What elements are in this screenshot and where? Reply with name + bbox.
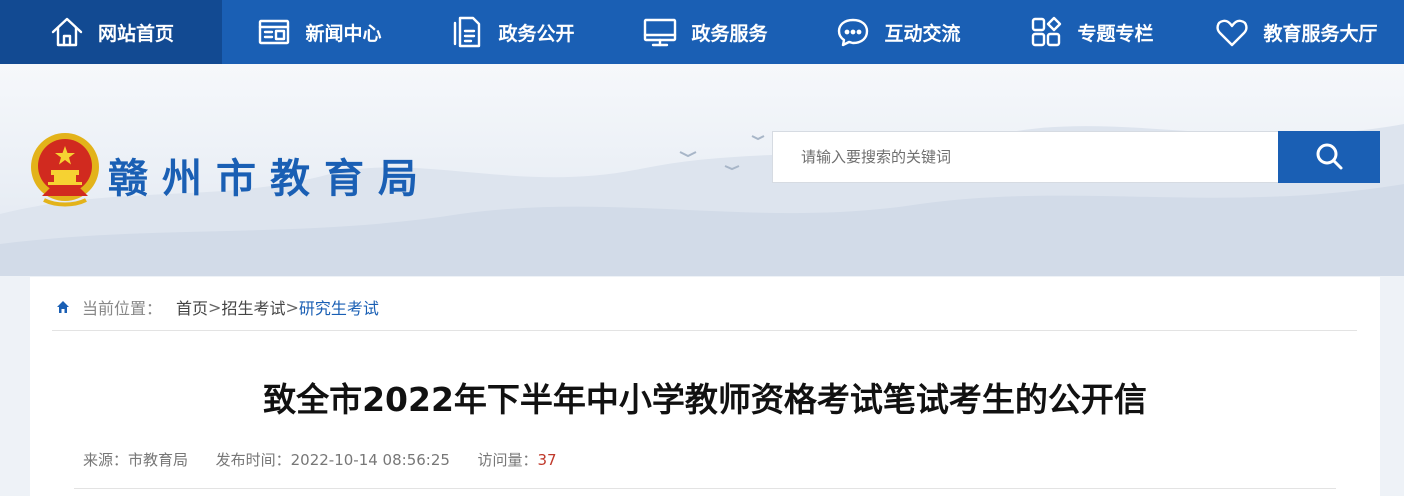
nav-item-gov-service[interactable]: 政务服务 — [608, 0, 801, 64]
breadcrumb-current[interactable]: 研究生考试 — [299, 295, 379, 319]
search-input[interactable] — [772, 131, 1278, 183]
breadcrumb: 当前位置： 首页 > 招生考试 > 研究生考试 — [56, 295, 379, 319]
publish-time-value: 2022-10-14 08:56:25 — [290, 451, 450, 469]
national-emblem — [31, 133, 99, 207]
nav-item-label: 互动交流 — [884, 22, 961, 45]
site-title: 赣州市教育局 — [108, 155, 432, 202]
nav-item-label: 专题专栏 — [1077, 22, 1154, 45]
home-icon — [56, 299, 72, 315]
top-nav: 网站首页 新闻中心 政务公开 政务服务 互动交流 专题专栏 教育服务大厅 — [0, 0, 1404, 64]
nav-item-special[interactable]: 专题专栏 — [994, 0, 1187, 64]
document-icon — [448, 13, 486, 51]
search-button[interactable] — [1278, 131, 1380, 183]
nav-item-label: 网站首页 — [97, 22, 174, 45]
chat-bubble-icon — [834, 13, 872, 51]
article-panel: 当前位置： 首页 > 招生考试 > 研究生考试 致全市2022年下半年中小学教师… — [30, 277, 1380, 496]
source-label: 来源： — [83, 451, 129, 469]
news-icon — [255, 13, 293, 51]
nav-item-edu-hall[interactable]: 教育服务大厅 — [1187, 0, 1404, 64]
divider — [74, 488, 1336, 489]
monitor-icon — [641, 13, 679, 51]
views-label: 访问量： — [477, 451, 538, 469]
header-banner: 赣州市教育局 — [0, 64, 1404, 276]
nav-item-gov-open[interactable]: 政务公开 — [415, 0, 608, 64]
publish-time-label: 发布时间： — [215, 451, 291, 469]
article-title: 致全市2022年下半年中小学教师资格考试笔试考生的公开信 — [263, 380, 1147, 419]
breadcrumb-label: 当前位置： — [82, 299, 163, 318]
breadcrumb-home[interactable]: 首页 — [176, 295, 208, 319]
article-meta: 来源：市教育局 发布时间：2022-10-14 08:56:25 访问量：37 — [83, 449, 557, 470]
views-count: 37 — [537, 451, 557, 469]
source-value: 市教育局 — [128, 451, 189, 469]
heart-icon — [1213, 13, 1251, 51]
nav-item-label: 教育服务大厅 — [1263, 22, 1378, 45]
breadcrumb-separator: > — [285, 297, 299, 317]
nav-item-label: 新闻中心 — [305, 22, 382, 45]
breadcrumb-separator: > — [208, 297, 222, 317]
nav-item-home[interactable]: 网站首页 — [0, 0, 222, 64]
nav-item-news[interactable]: 新闻中心 — [222, 0, 415, 64]
divider — [52, 330, 1357, 331]
search-icon — [1314, 141, 1344, 174]
nav-item-label: 政务服务 — [691, 22, 768, 45]
breadcrumb-admissions[interactable]: 招生考试 — [221, 295, 285, 319]
nav-item-label: 政务公开 — [498, 22, 575, 45]
grid-icon — [1027, 13, 1065, 51]
home-icon — [48, 13, 86, 51]
nav-item-interaction[interactable]: 互动交流 — [801, 0, 994, 64]
